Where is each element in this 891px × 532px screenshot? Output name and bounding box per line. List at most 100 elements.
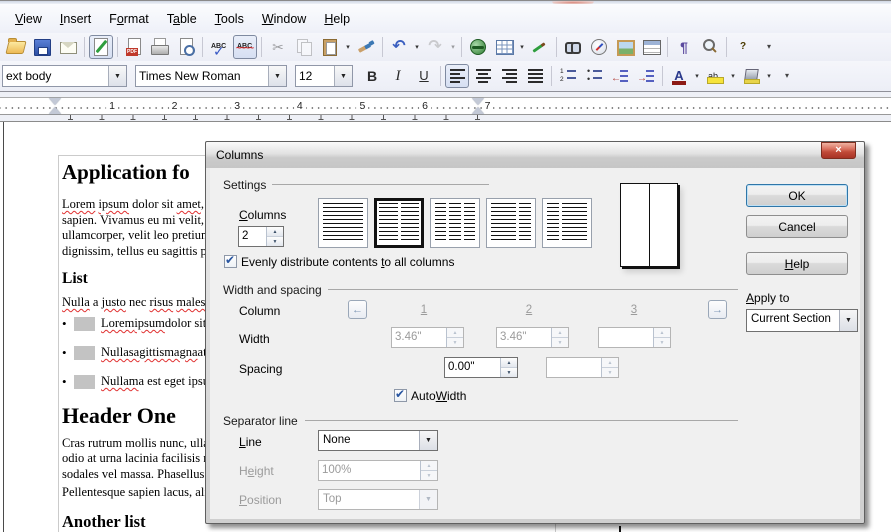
columns-count-spinner[interactable]: 2 ▲▼ bbox=[238, 226, 284, 247]
arrow-right-icon: → bbox=[712, 304, 723, 316]
chevron-down-icon[interactable]: ▼ bbox=[419, 431, 437, 450]
paste-dropdown-arrow[interactable]: ▾ bbox=[343, 36, 353, 58]
toolbar-overflow-button[interactable]: ▾ bbox=[775, 64, 799, 88]
data-sources-button[interactable] bbox=[639, 35, 663, 59]
chevron-down-icon[interactable]: ▼ bbox=[334, 66, 352, 86]
spellcheck-button[interactable] bbox=[207, 35, 231, 59]
page-preview-button[interactable] bbox=[174, 35, 198, 59]
chevron-down-icon[interactable]: ▼ bbox=[839, 310, 857, 331]
toolbar-overflow-button[interactable]: ▾ bbox=[757, 35, 781, 59]
chevron-down-icon[interactable]: ▼ bbox=[268, 66, 286, 86]
undo-button[interactable]: ↶ bbox=[387, 35, 411, 59]
align-justify-button[interactable] bbox=[523, 64, 547, 88]
edit-file-button[interactable] bbox=[89, 35, 113, 59]
spin-up-icon[interactable]: ▲ bbox=[501, 358, 517, 368]
help-button[interactable]: ? bbox=[731, 35, 755, 59]
close-icon[interactable]: × bbox=[821, 142, 856, 159]
underline-button[interactable]: U bbox=[412, 64, 436, 88]
font-size-combo[interactable]: 12 ▼ bbox=[295, 65, 353, 87]
next-column-button[interactable]: → bbox=[708, 300, 727, 319]
apply-to-dropdown[interactable]: Current Section ▼ bbox=[746, 309, 858, 332]
email-document-button[interactable] bbox=[56, 35, 80, 59]
help-button[interactable]: Help bbox=[746, 252, 848, 275]
highlighting-dropdown-arrow[interactable]: ▾ bbox=[728, 65, 738, 87]
align-center-button[interactable] bbox=[471, 64, 495, 88]
gallery-button[interactable] bbox=[613, 35, 637, 59]
apply-to-value[interactable]: Current Section bbox=[747, 310, 839, 331]
line-style-dropdown[interactable]: None ▼ bbox=[318, 430, 438, 451]
undo-dropdown-arrow[interactable]: ▾ bbox=[412, 36, 422, 58]
column-preset-two-columns[interactable] bbox=[374, 198, 424, 248]
paragraph-style-combo[interactable]: ext body ▼ bbox=[2, 65, 127, 87]
redo-dropdown-arrow[interactable]: ▾ bbox=[448, 36, 458, 58]
cancel-button[interactable]: Cancel bbox=[746, 215, 848, 238]
left-indent-marker[interactable] bbox=[49, 98, 61, 114]
font-name-combo[interactable]: Times New Roman ▼ bbox=[135, 65, 287, 87]
find-and-replace-button[interactable] bbox=[561, 35, 585, 59]
decrease-indent-button[interactable] bbox=[608, 64, 632, 88]
menu-tools[interactable]: Tools bbox=[206, 8, 253, 30]
menu-table[interactable]: Table bbox=[158, 8, 206, 30]
spin-up-icon[interactable]: ▲ bbox=[267, 227, 283, 237]
spinner-buttons[interactable]: ▲▼ bbox=[266, 227, 283, 246]
font-size-value[interactable]: 12 bbox=[296, 66, 334, 86]
menu-format[interactable]: Format bbox=[100, 8, 158, 30]
columns-preview bbox=[620, 183, 678, 267]
insert-table-dropdown-arrow[interactable]: ▾ bbox=[517, 36, 527, 58]
right-indent-marker[interactable] bbox=[472, 98, 484, 114]
hyperlink-button[interactable] bbox=[466, 35, 490, 59]
spacing-1-value[interactable]: 0.00" bbox=[445, 358, 500, 377]
column-preset-right-weighted[interactable] bbox=[542, 198, 592, 248]
spin-down-icon[interactable]: ▼ bbox=[501, 368, 517, 377]
previous-column-button[interactable]: ← bbox=[348, 300, 367, 319]
open-button[interactable] bbox=[4, 35, 28, 59]
menu-insert[interactable]: Insert bbox=[51, 8, 100, 30]
dialog-titlebar[interactable]: Columns × bbox=[206, 142, 864, 168]
bold-button[interactable]: B bbox=[360, 64, 384, 88]
autowidth-checkbox[interactable] bbox=[394, 389, 407, 402]
align-left-button[interactable] bbox=[445, 64, 469, 88]
column-preset-left-weighted[interactable] bbox=[486, 198, 536, 248]
bullet-list-button[interactable] bbox=[582, 64, 606, 88]
format-paintbrush-button[interactable] bbox=[354, 35, 378, 59]
insert-table-button[interactable] bbox=[492, 35, 516, 59]
paste-button[interactable] bbox=[318, 35, 342, 59]
highlighting-button[interactable] bbox=[703, 64, 727, 88]
print-button[interactable] bbox=[148, 35, 172, 59]
evenly-distribute-checkbox[interactable] bbox=[224, 255, 237, 268]
align-right-button[interactable] bbox=[497, 64, 521, 88]
text-run: nec bbox=[126, 295, 150, 309]
menu-window[interactable]: Window bbox=[253, 8, 315, 30]
ok-button[interactable]: OK bbox=[746, 184, 848, 207]
spin-down-icon[interactable]: ▼ bbox=[267, 237, 283, 246]
insert-table-icon bbox=[494, 37, 514, 57]
spinner-buttons[interactable]: ▲▼ bbox=[500, 358, 517, 377]
preset-column bbox=[435, 203, 446, 243]
navigator-button[interactable] bbox=[587, 35, 611, 59]
paragraph-style-value[interactable]: ext body bbox=[3, 66, 108, 86]
misspelled-word: Nullam bbox=[101, 374, 139, 389]
italic-button[interactable]: I bbox=[386, 64, 410, 88]
chevron-down-icon[interactable]: ▼ bbox=[108, 66, 126, 86]
line-style-value[interactable]: None bbox=[319, 431, 419, 450]
font-color-button[interactable]: A bbox=[667, 64, 691, 88]
show-draw-functions-button[interactable] bbox=[528, 35, 552, 59]
formatting-marks-button[interactable]: ¶ bbox=[672, 35, 696, 59]
increase-indent-button[interactable] bbox=[634, 64, 658, 88]
menu-view[interactable]: View bbox=[6, 8, 51, 30]
background-color-button[interactable] bbox=[739, 64, 763, 88]
column-preset-three-columns[interactable] bbox=[430, 198, 480, 248]
zoom-button[interactable] bbox=[698, 35, 722, 59]
numbered-list-button[interactable] bbox=[556, 64, 580, 88]
font-name-value[interactable]: Times New Roman bbox=[136, 66, 268, 86]
horizontal-ruler[interactable]: 1234567 bbox=[0, 97, 891, 115]
background-color-dropdown-arrow[interactable]: ▾ bbox=[764, 65, 774, 87]
column-preset-one-column[interactable] bbox=[318, 198, 368, 248]
export-pdf-button[interactable] bbox=[122, 35, 146, 59]
spacing-1-field[interactable]: 0.00" ▲▼ bbox=[444, 357, 518, 378]
columns-count-value[interactable]: 2 bbox=[239, 227, 266, 246]
auto-spellcheck-button[interactable] bbox=[233, 35, 257, 59]
font-color-dropdown-arrow[interactable]: ▾ bbox=[692, 65, 702, 87]
save-button[interactable] bbox=[30, 35, 54, 59]
menu-help[interactable]: Help bbox=[315, 8, 359, 30]
